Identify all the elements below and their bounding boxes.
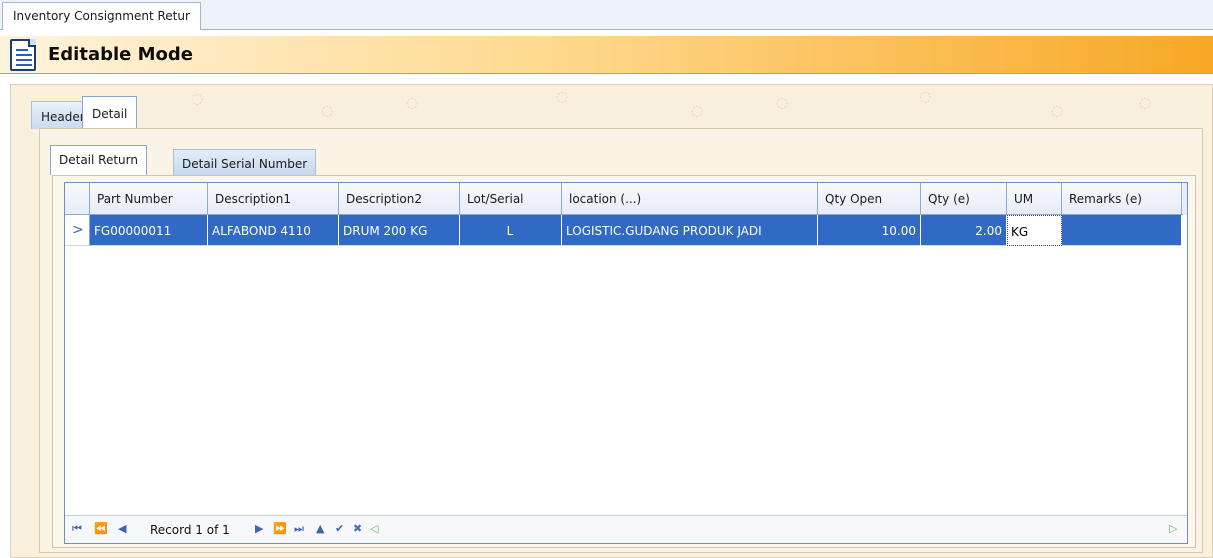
decoration-icon: ◌ bbox=[1051, 103, 1064, 119]
editable-mode-banner: Editable Mode bbox=[0, 36, 1213, 74]
cell-qty[interactable]: 2.00 bbox=[921, 215, 1007, 246]
first-record-icon[interactable]: ⏮ bbox=[72, 522, 82, 536]
cell-lot-serial[interactable]: L bbox=[460, 215, 562, 246]
decoration-icon: ◌ bbox=[1139, 95, 1152, 111]
decoration-icon: ◌ bbox=[406, 95, 419, 111]
scroll-right-icon[interactable]: ▷ bbox=[1169, 522, 1177, 535]
scroll-left-icon[interactable]: ◁ bbox=[370, 522, 378, 535]
next-page-icon[interactable]: ⏩ bbox=[273, 522, 287, 535]
column-header-lot-serial[interactable]: Lot/Serial bbox=[460, 183, 562, 215]
tab-inventory-consignment-retur[interactable]: Inventory Consignment Retur bbox=[2, 2, 201, 30]
decoration-icon: ◌ bbox=[321, 103, 334, 119]
record-counter: Record 1 of 1 bbox=[150, 523, 230, 537]
decoration-icon: ◌ bbox=[691, 103, 704, 119]
cell-description1[interactable]: ALFABOND 4110 bbox=[208, 215, 339, 246]
cell-remarks[interactable] bbox=[1062, 215, 1182, 246]
cell-location[interactable]: LOGISTIC.GUDANG PRODUK JADI bbox=[562, 215, 818, 246]
detail-grid: Part Number Description1 Description2 Lo… bbox=[64, 182, 1188, 544]
decoration-icon: ◌ bbox=[191, 91, 204, 107]
row-indicator-icon: > bbox=[65, 215, 90, 246]
main-panel: Header Detail ◌ ◌ ◌ ◌ ◌ ◌ ◌ ◌ ◌ Detail R… bbox=[10, 84, 1213, 558]
last-record-icon[interactable]: ⏭ bbox=[294, 522, 304, 536]
scrollbar-stub bbox=[1183, 183, 1187, 215]
end-edit-icon[interactable]: ✔ bbox=[335, 522, 344, 535]
cancel-edit-icon[interactable]: ✖ bbox=[353, 522, 362, 535]
document-icon bbox=[10, 39, 36, 71]
table-row[interactable]: > FG00000011 ALFABOND 4110 DRUM 200 KG L… bbox=[65, 215, 1187, 246]
record-navigator: ⏮ ⏪ ◀ Record 1 of 1 ▶ ⏩ ⏭ ▲ ✔ ✖ ◁ ▷ bbox=[65, 515, 1187, 543]
prev-record-icon[interactable]: ◀ bbox=[118, 522, 126, 535]
tab-detail-return[interactable]: Detail Return bbox=[50, 145, 147, 175]
detail-panel: Detail Return Detail Serial Number Part … bbox=[39, 128, 1203, 553]
grid-header: Part Number Description1 Description2 Lo… bbox=[65, 183, 1187, 215]
column-header-location[interactable]: location (...) bbox=[562, 183, 818, 215]
cell-description2[interactable]: DRUM 200 KG bbox=[339, 215, 460, 246]
column-header-qty-open[interactable]: Qty Open bbox=[818, 183, 921, 215]
prev-page-icon[interactable]: ⏪ bbox=[94, 522, 108, 535]
column-header-part-number[interactable]: Part Number bbox=[90, 183, 208, 215]
column-header-remarks[interactable]: Remarks (e) bbox=[1062, 183, 1182, 215]
column-header-description1[interactable]: Description1 bbox=[208, 183, 339, 215]
cell-qty-open[interactable]: 10.00 bbox=[818, 215, 921, 246]
tab-detail[interactable]: Detail bbox=[82, 96, 138, 129]
column-header-description2[interactable]: Description2 bbox=[339, 183, 460, 215]
cell-part-number[interactable]: FG00000011 bbox=[90, 215, 208, 246]
tab-detail-serial-number[interactable]: Detail Serial Number bbox=[173, 149, 317, 175]
cell-um-editor[interactable]: KG bbox=[1007, 215, 1062, 246]
column-header-qty[interactable]: Qty (e) bbox=[921, 183, 1007, 215]
decoration-icon: ◌ bbox=[776, 95, 789, 111]
decoration-icon: ◌ bbox=[919, 89, 932, 105]
decoration-icon: ◌ bbox=[556, 89, 569, 105]
indicator-header bbox=[65, 183, 90, 215]
grid-container: Part Number Description1 Description2 Lo… bbox=[52, 175, 1196, 548]
document-tab-strip: Inventory Consignment Retur bbox=[0, 0, 1213, 30]
page-title: Editable Mode bbox=[48, 44, 194, 65]
append-icon[interactable]: ▲ bbox=[316, 522, 324, 535]
next-record-icon[interactable]: ▶ bbox=[255, 522, 263, 535]
column-header-um[interactable]: UM bbox=[1007, 183, 1062, 215]
